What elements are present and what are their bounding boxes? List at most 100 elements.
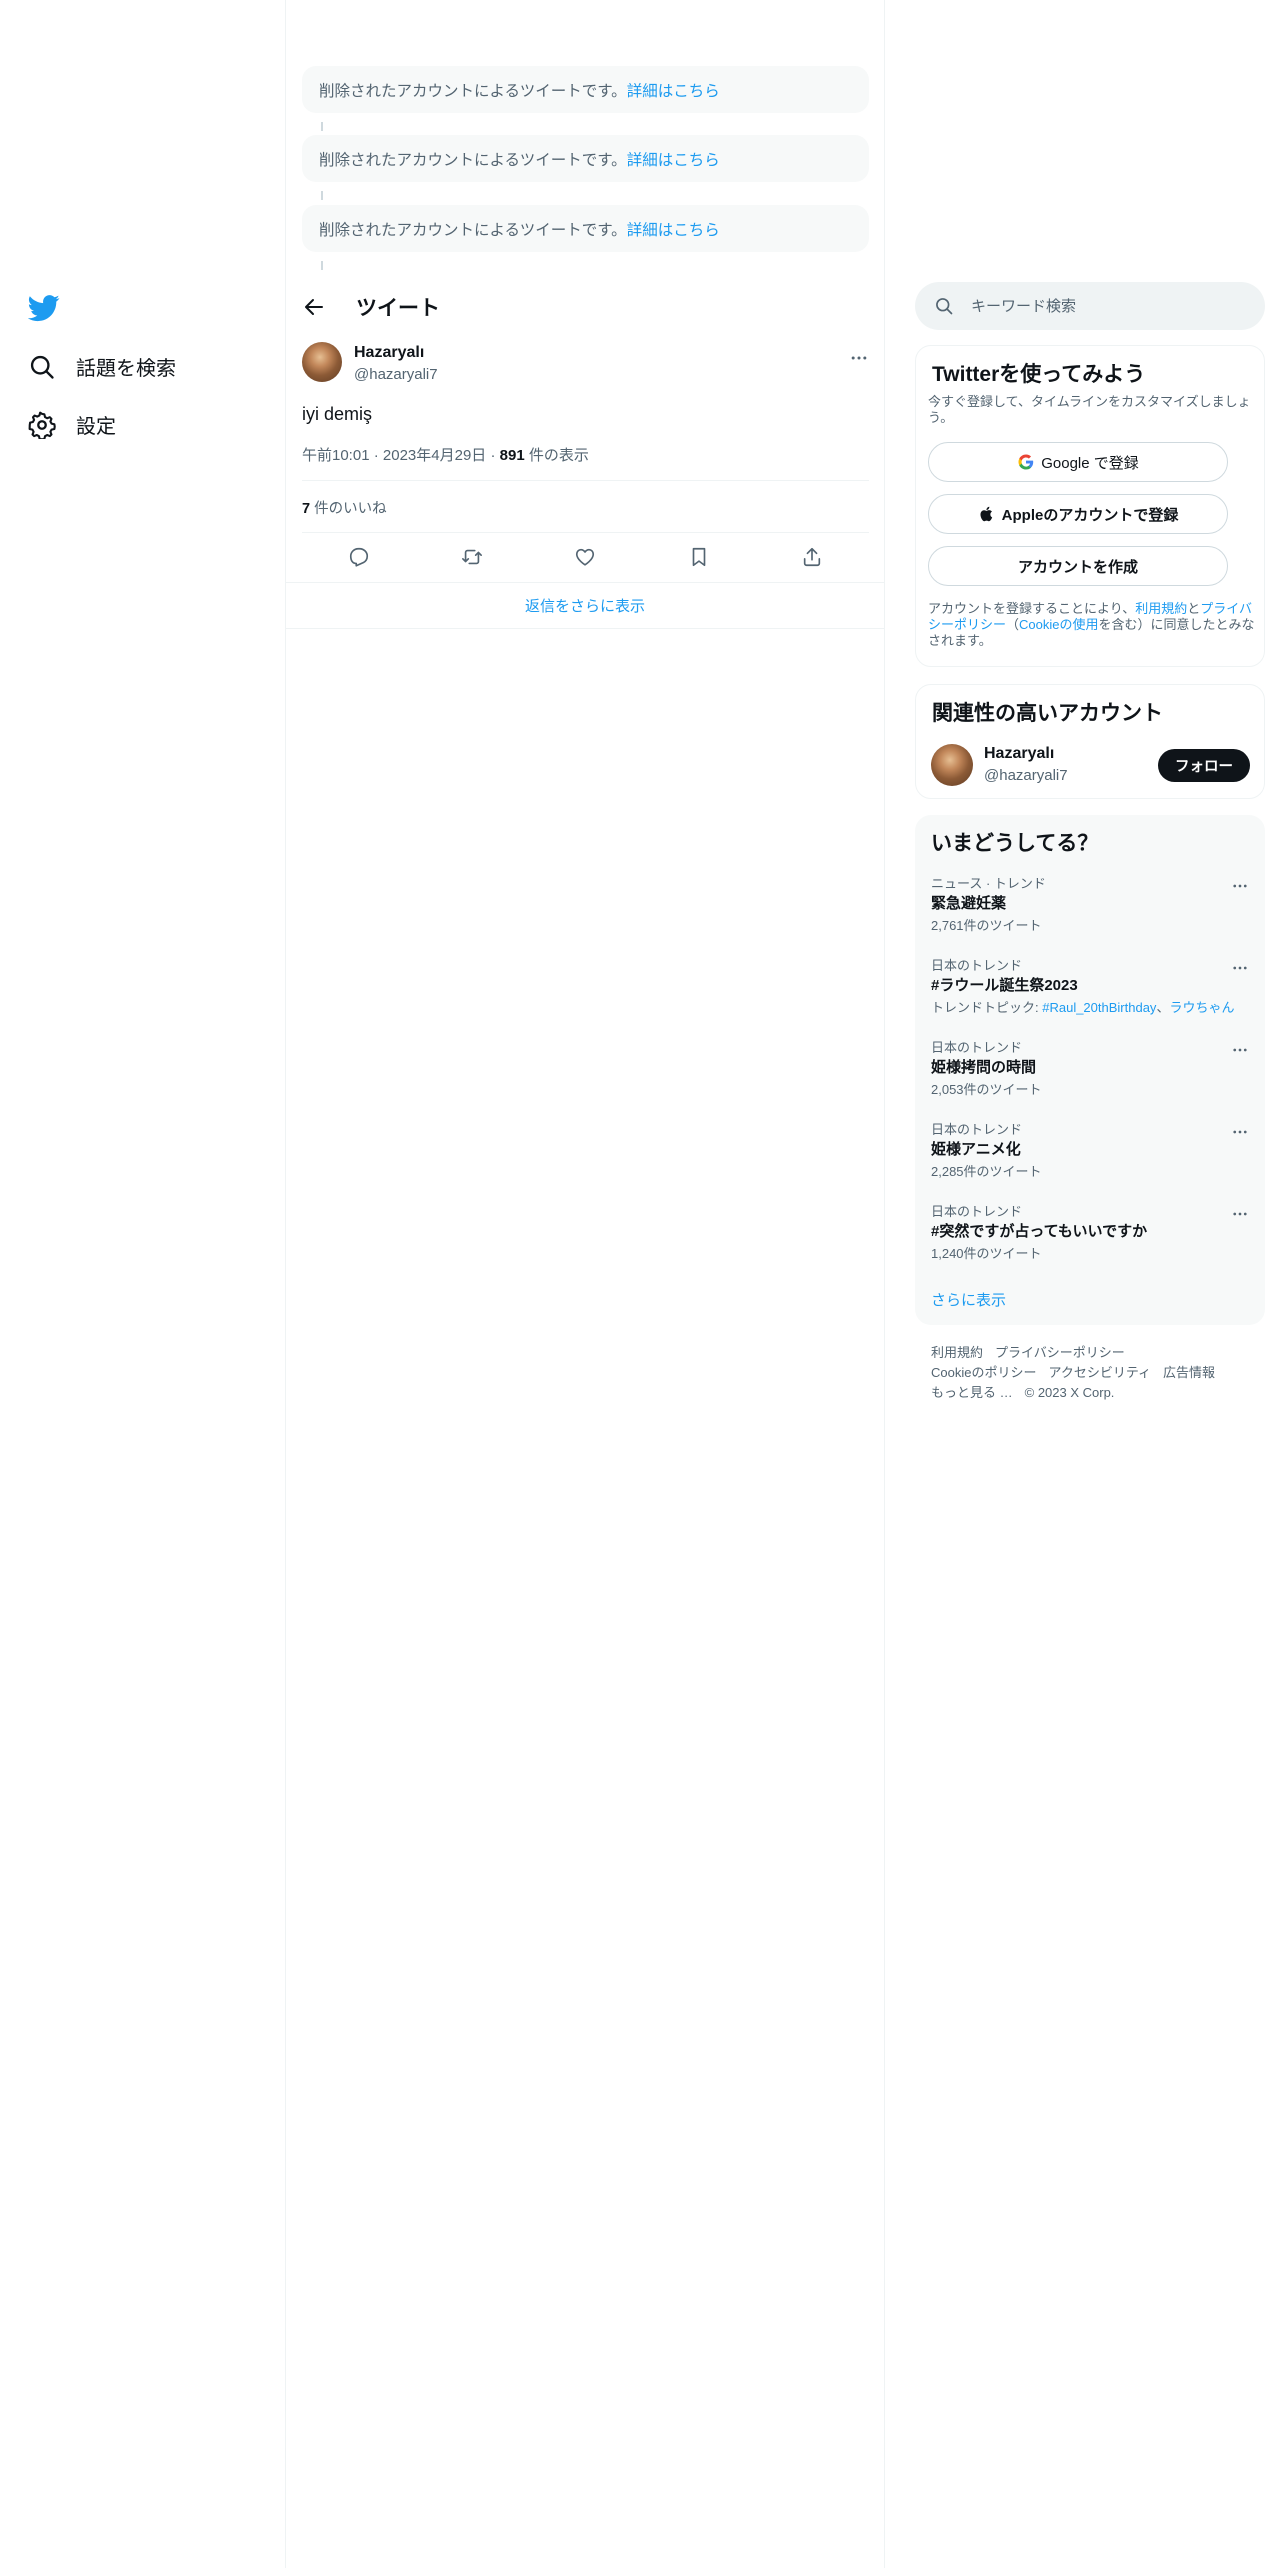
trends-card: いまどうしてる？ ニュース · トレンド 緊急避妊薬 2,761件のツイート 日… — [915, 815, 1265, 1325]
footer-row: もっと見る … © 2023 X Corp. — [931, 1383, 1261, 1403]
footer-ads-link[interactable]: 広告情報 — [1163, 1365, 1215, 1380]
trend-topic-link[interactable]: #Raul_20thBirthday — [1042, 1000, 1156, 1015]
views-count: 891 — [499, 447, 525, 464]
follow-button[interactable]: フォロー — [1158, 749, 1250, 782]
trend-topics: トレンドトピック: #Raul_20thBirthday、ラウちゃん — [931, 997, 1234, 1016]
more-options-icon[interactable] — [1231, 1041, 1249, 1059]
suggested-account-handle[interactable]: @hazaryali7 — [984, 767, 1068, 784]
learn-more-link[interactable]: 詳細はこちら — [627, 148, 720, 170]
trend-item[interactable]: ニュース · トレンド 緊急避妊薬 2,761件のツイート — [915, 873, 1265, 953]
back-arrow-icon[interactable] — [302, 295, 326, 319]
tweet-date[interactable]: 2023年4月29日 — [383, 447, 486, 464]
search-bar[interactable] — [915, 282, 1265, 330]
trend-name: 姫様アニメ化 — [931, 1141, 1021, 1158]
signup-terms: アカウントを登録することにより、利用規約とプライバシーポリシー（Cookieの使… — [928, 601, 1258, 649]
more-options-icon[interactable] — [1231, 1123, 1249, 1141]
tweet-author: Hazaryalı @hazaryali7 — [302, 342, 869, 388]
terms-and: と — [1187, 601, 1201, 616]
avatar[interactable] — [931, 744, 973, 786]
trend-item[interactable]: 日本のトレンド 姫様アニメ化 2,285件のツイート — [915, 1119, 1265, 1199]
thread-connector — [321, 191, 323, 200]
trend-item[interactable]: 日本のトレンド #ラウール誕生祭2023 トレンドトピック: #Raul_20t… — [915, 955, 1265, 1035]
trend-item[interactable]: 日本のトレンド 姫様拷問の時間 2,053件のツイート — [915, 1037, 1265, 1117]
main-column: 削除されたアカウントによるツイートです。 詳細はこちら 削除されたアカウントによる… — [285, 0, 885, 2568]
tweet-time[interactable]: 午前10:01 — [302, 447, 370, 464]
trend-category: 日本のトレンド — [931, 1040, 1023, 1055]
more-options-icon[interactable] — [849, 348, 869, 368]
trend-count: 1,240件のツイート — [931, 1246, 1042, 1261]
trend-category: 日本のトレンド — [931, 1204, 1023, 1219]
suggested-account-name[interactable]: Hazaryalı — [984, 745, 1054, 763]
terms-paren: （ — [1006, 617, 1020, 632]
bookmark-icon[interactable] — [688, 546, 710, 568]
google-signup-button[interactable]: Google で登録 — [928, 442, 1228, 482]
who-to-follow-title: 関連性の高いアカウント — [932, 702, 1163, 725]
gear-icon — [28, 411, 56, 439]
like-heart-icon[interactable] — [574, 546, 596, 568]
left-navigation: 話題を検索 設定 — [0, 0, 285, 2568]
show-more-trends-link[interactable]: さらに表示 — [931, 1289, 1006, 1310]
more-options-icon[interactable] — [1231, 877, 1249, 895]
views-label: 件の表示 — [524, 447, 589, 464]
sidebar-footer: 利用規約 プライバシーポリシー Cookieのポリシー アクセシビリティ 広告情報 も… — [931, 1343, 1261, 1403]
footer-row: 利用規約 プライバシーポリシー — [931, 1343, 1261, 1363]
google-logo-icon — [1018, 454, 1034, 470]
trend-name: #ラウール誕生祭2023 — [931, 977, 1078, 994]
more-options-icon[interactable] — [1231, 959, 1249, 977]
footer-terms-link[interactable]: 利用規約 — [931, 1345, 983, 1360]
deleted-notice-text: 削除されたアカウントによるツイートです。 — [319, 151, 627, 169]
share-icon[interactable] — [801, 546, 823, 568]
apple-signup-button[interactable]: Appleのアカウントで登録 — [928, 494, 1228, 534]
signup-card: Twitterを使ってみよう 今すぐ登録して、タイムラインをカスタマイズしましょ… — [915, 345, 1265, 667]
avatar[interactable] — [302, 342, 342, 382]
thread-connector — [321, 122, 323, 131]
search-icon — [30, 355, 54, 379]
nav-settings[interactable]: 設定 — [28, 410, 116, 439]
create-account-button[interactable]: アカウントを作成 — [928, 546, 1228, 586]
more-options-icon[interactable] — [1231, 1205, 1249, 1223]
search-icon — [936, 298, 953, 315]
likes-count: 7 — [302, 501, 311, 517]
author-handle[interactable]: @hazaryali7 — [354, 366, 438, 383]
deleted-tweet-notice: 削除されたアカウントによるツイートです。 詳細はこちら — [302, 66, 869, 113]
signup-subtitle: 今すぐ登録して、タイムラインをカスタマイズしましょう。 — [928, 394, 1251, 425]
page-title: ツイート — [356, 296, 440, 320]
trends-title: いまどうしてる？ — [931, 832, 1099, 855]
tweet-meta: 午前10:01 · 2023年4月29日 · 891 件の表示 — [302, 447, 589, 464]
google-signup-label: Google で登録 — [1041, 454, 1139, 472]
terms-prefix: アカウントを登録することにより、 — [928, 601, 1136, 616]
show-more-replies-button[interactable]: 返信をさらに表示 — [286, 582, 884, 629]
footer-more-link[interactable]: もっと見る … — [931, 1385, 1013, 1400]
apple-signup-label: Appleのアカウントで登録 — [1001, 506, 1179, 524]
divider — [302, 480, 869, 481]
trend-topic-separator: 、 — [1156, 1000, 1170, 1015]
nav-explore[interactable]: 話題を検索 — [28, 352, 176, 381]
footer-accessibility-link[interactable]: アクセシビリティ — [1048, 1365, 1151, 1380]
retweet-icon[interactable] — [461, 546, 483, 568]
apple-logo-icon — [980, 506, 992, 522]
learn-more-link[interactable]: 詳細はこちら — [627, 218, 720, 240]
reply-icon[interactable] — [348, 546, 370, 568]
author-name[interactable]: Hazaryalı — [354, 344, 424, 362]
signup-title: Twitterを使ってみよう — [932, 363, 1146, 386]
search-input[interactable] — [971, 297, 1231, 315]
trend-item[interactable]: 日本のトレンド #突然ですが占ってもいいですか 1,240件のツイート — [915, 1201, 1265, 1281]
deleted-tweet-notice: 削除されたアカウントによるツイートです。 詳細はこちら — [302, 135, 869, 182]
divider — [302, 532, 869, 533]
learn-more-link[interactable]: 詳細はこちら — [627, 79, 720, 101]
twitter-bird-icon[interactable] — [28, 292, 60, 324]
trend-category: 日本のトレンド — [931, 958, 1023, 973]
cookie-use-link[interactable]: Cookieの使用 — [1019, 617, 1098, 632]
trend-category: ニュース · トレンド — [931, 876, 1046, 891]
trend-name: 緊急避妊薬 — [931, 895, 1007, 912]
nav-settings-label: 設定 — [76, 416, 116, 438]
terms-link[interactable]: 利用規約 — [1135, 601, 1187, 616]
trend-count: 2,053件のツイート — [931, 1082, 1042, 1097]
tweet-text: iyi demiş — [302, 404, 373, 424]
footer-privacy-link[interactable]: プライバシーポリシー — [995, 1345, 1125, 1360]
trend-category: 日本のトレンド — [931, 1122, 1023, 1137]
footer-cookie-link[interactable]: Cookieのポリシー — [931, 1365, 1036, 1380]
likes-stat[interactable]: 7 件のいいね — [302, 497, 387, 518]
trend-topic-link[interactable]: ラウちゃん — [1169, 1000, 1234, 1015]
trend-count: 2,285件のツイート — [931, 1164, 1042, 1179]
